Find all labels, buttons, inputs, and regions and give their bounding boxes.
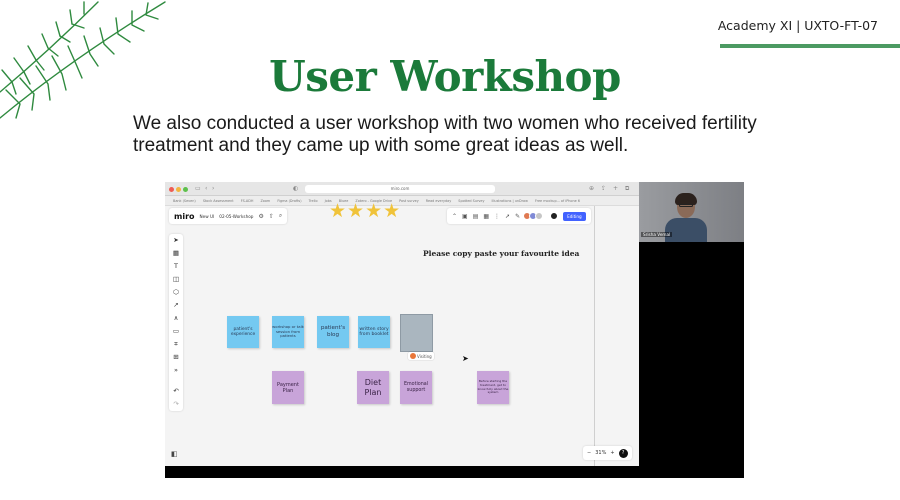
visitor-tag: Visiting (408, 352, 434, 360)
bookmark-item[interactable]: Read everyday (426, 199, 451, 203)
sticky-note-icon[interactable]: ◫ (173, 275, 179, 284)
comment-tool-icon[interactable]: ▭ (173, 327, 179, 336)
miro-board-canvas[interactable]: miro New UI 02-05-Workshop ⚙ ⇧ ⌕ ★ ★ ★ ★… (165, 202, 639, 466)
share-button[interactable]: Editing (563, 211, 586, 221)
frame-icon[interactable]: ▣ (462, 213, 468, 220)
forward-icon[interactable]: › (212, 185, 214, 192)
close-window-dot[interactable] (169, 187, 174, 192)
bookmark-item[interactable]: Free mockup... of iPhone 6 (535, 199, 580, 203)
miro-logo[interactable]: miro (174, 212, 195, 221)
maximize-window-dot[interactable] (183, 187, 188, 192)
bookmark-item[interactable]: Zoom (260, 199, 270, 203)
sticky-note[interactable]: Emotional support (400, 371, 432, 404)
table-icon[interactable]: ▦ (483, 213, 489, 220)
miro-tool-panel: ➤ ▦ T ◫ ⬡ ↗ ∧ ▭ ⌗ ⊞ » ↶ ↷ (169, 234, 183, 411)
celebrate-icon[interactable]: ✎ (515, 213, 520, 220)
board-heading: Please copy paste your favourite idea (423, 249, 580, 258)
share-icon[interactable]: ⇪ (601, 185, 606, 192)
bookmark-item[interactable]: Illustrations | unDraw (492, 199, 528, 203)
visitor-label: Visiting (417, 353, 432, 359)
tabs-overview-icon[interactable]: ⧉ (625, 185, 629, 193)
download-icon[interactable]: ⊕ (589, 185, 594, 192)
undo-icon[interactable]: ↶ (173, 387, 178, 396)
connector-icon[interactable]: ↗ (173, 301, 178, 310)
sticky-note[interactable]: Before starting the treatment, get to kn… (477, 371, 509, 404)
board-name[interactable]: 02-05-Workshop (219, 214, 253, 219)
redo-icon[interactable]: ↷ (173, 400, 178, 409)
search-icon[interactable]: ⌕ (279, 212, 282, 220)
bookmark-item[interactable]: Post survey (399, 199, 419, 203)
sticky-note[interactable]: written story from booklet (358, 316, 390, 348)
star-rating: ★ ★ ★ ★ (329, 202, 400, 221)
pen-icon[interactable]: ∧ (174, 314, 179, 323)
mouse-cursor-icon: ➤ (462, 354, 469, 363)
browser-window: ▭ ‹ › ◐ miro.com ⊕ ⇪ + ⧉ Bank (Seven) St… (165, 182, 639, 466)
upload-tool-icon[interactable]: ⊞ (173, 353, 178, 362)
star-icon: ★ (383, 200, 401, 222)
embedded-screenshot: ▭ ‹ › ◐ miro.com ⊕ ⇪ + ⧉ Bank (Seven) St… (165, 182, 744, 478)
bookmark-item[interactable]: Trello (309, 199, 318, 203)
text-tool-icon[interactable]: T (174, 262, 178, 271)
pointer-icon[interactable]: ➚ (505, 213, 510, 220)
upload-icon[interactable]: ⇧ (269, 213, 274, 220)
arrow-up-icon[interactable]: ⌃ (452, 213, 457, 220)
help-button[interactable]: ? (618, 448, 628, 458)
back-icon[interactable]: ‹ (205, 185, 207, 192)
sticky-note[interactable]: patient's experience (227, 316, 259, 348)
sidebar-icon[interactable]: ▭ (195, 185, 201, 192)
sticky-note[interactable]: Diet Plan (357, 371, 389, 404)
select-tool-icon[interactable]: ➤ (173, 236, 178, 245)
minimize-window-dot[interactable] (176, 187, 181, 192)
shield-icon: ◐ (293, 185, 299, 192)
zoom-level[interactable]: 31% (595, 450, 606, 456)
more-icon[interactable]: ⋮ (494, 213, 500, 220)
zoom-in-icon[interactable]: + (610, 450, 614, 456)
star-icon: ★ (347, 200, 365, 222)
frame-divider (594, 206, 595, 466)
zoom-out-icon[interactable]: − (587, 450, 591, 456)
bookmark-item[interactable]: FS-ADH (241, 199, 254, 203)
course-tag: Academy XI | UXTO-FT-07 (717, 18, 878, 33)
slide-title: User Workshop (269, 52, 621, 101)
avatar (410, 353, 416, 359)
settings-icon[interactable]: ⚙ (258, 213, 263, 220)
address-bar[interactable]: miro.com (305, 185, 495, 193)
browser-tabbar: ▭ ‹ › ◐ miro.com ⊕ ⇪ + ⧉ (165, 182, 639, 196)
collaborator-avatars[interactable] (523, 212, 544, 220)
zoom-controls: − 31% + ? (583, 446, 632, 460)
shapes-icon[interactable]: ⬡ (173, 288, 179, 297)
image-placeholder[interactable] (400, 314, 433, 352)
sticky-note[interactable]: Payment Plan (272, 371, 304, 404)
bookmark-item[interactable]: Spotted Survey (458, 199, 484, 203)
frame-tool-icon[interactable]: ⌗ (174, 340, 178, 349)
sticky-note[interactable]: workshop or talk session from patients (272, 316, 304, 348)
slide-subtitle: We also conducted a user workshop with t… (133, 113, 757, 156)
webcam-thumbnail: Srisha Vemal (639, 182, 744, 242)
new-tab-icon[interactable]: + (613, 185, 618, 192)
bookmarks-bar: Bank (Seven) Stock Assessment FS-ADH Zoo… (165, 196, 639, 206)
participant-body (665, 218, 707, 242)
comment-icon[interactable]: ▤ (473, 213, 479, 220)
plan-badge[interactable]: New UI (200, 214, 215, 219)
miro-top-bar: miro New UI 02-05-Workshop ⚙ ⇧ ⌕ (169, 208, 288, 224)
avatar[interactable] (535, 212, 544, 220)
bookmark-item[interactable]: Bank (Seven) (173, 199, 196, 203)
star-icon: ★ (365, 200, 383, 222)
header-rule (720, 44, 900, 48)
templates-icon[interactable]: ▦ (173, 249, 179, 258)
bookmark-item[interactable]: Stock Assessment (203, 199, 234, 203)
participant-name: Srisha Vemal (641, 232, 673, 237)
participant-glasses (679, 204, 693, 207)
star-icon: ★ (329, 200, 347, 222)
more-tools-icon[interactable]: » (174, 366, 178, 375)
miro-collab-bar: ⌃ ▣ ▤ ▦ ⋮ ➚ ✎ Editing (447, 208, 591, 224)
board-panel-icon[interactable]: ◧ (171, 450, 178, 458)
user-avatar[interactable] (550, 212, 559, 220)
sticky-note[interactable]: patient's blog (317, 316, 349, 348)
bookmark-item[interactable]: Figma (Drafts) (277, 199, 301, 203)
